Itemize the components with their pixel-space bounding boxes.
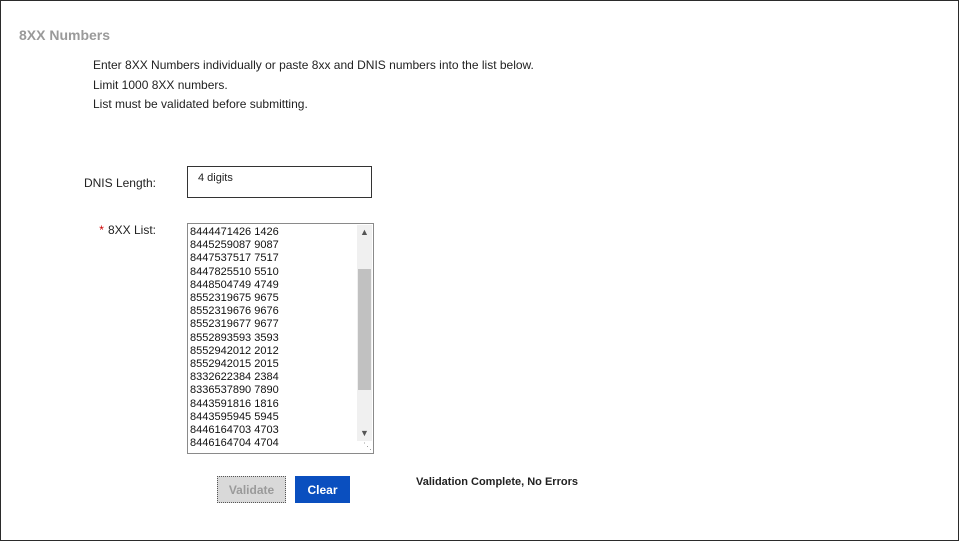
number-list-textarea[interactable]: 8444471426 1426 8445259087 9087 8447537517…: [187, 223, 374, 454]
instruction-line: List must be validated before submitting…: [93, 97, 308, 111]
validation-status: Validation Complete, No Errors: [416, 476, 578, 488]
validate-button[interactable]: Validate: [217, 476, 286, 503]
resize-grip-icon[interactable]: ⋱: [360, 441, 372, 452]
list-item: 8446164703 4703: [190, 424, 279, 437]
instruction-line: Limit 1000 8XX numbers.: [93, 77, 228, 92]
list-label: * 8XX List:: [99, 223, 156, 237]
dnis-length-field[interactable]: 4 digits: [187, 166, 372, 198]
list-item: 8552319676 9676: [190, 305, 279, 318]
required-marker: *: [99, 223, 104, 237]
list-item: 8332622384 2384: [190, 371, 279, 384]
clear-button[interactable]: Clear: [295, 476, 350, 503]
list-item: 8445259087 9087: [190, 239, 279, 252]
list-item: 8446164704 4704: [190, 437, 279, 450]
instruction-line: Enter 8XX Numbers individually or paste …: [93, 58, 534, 72]
number-list-content: 8444471426 1426 8445259087 9087 8447537517…: [190, 226, 356, 450]
page-title: 8XX Numbers: [19, 27, 111, 43]
list-item: 8443595945 5945: [190, 410, 279, 423]
list-scrollbar[interactable]: ▲ ▼: [357, 225, 372, 441]
list-item: 8552319675 9675: [190, 292, 279, 305]
list-item: 8447825510 5510: [190, 265, 279, 278]
list-item: 8552942015 2015: [190, 358, 279, 371]
list-item: 8552942012 2012: [190, 344, 279, 357]
list-label-text: 8XX List:: [107, 223, 156, 237]
dnis-length-label: DNIS Length:: [83, 176, 156, 190]
list-item: 8447537517 7517: [190, 252, 279, 265]
list-item: 8552893593 3593: [190, 331, 279, 344]
app-window: 8XX Numbers Enter 8XX Numbers individual…: [0, 0, 959, 541]
list-item: 8448504749 4749: [190, 278, 279, 291]
chevron-down-icon[interactable]: ▼: [357, 426, 372, 441]
list-item: 8336537890 7890: [190, 384, 279, 397]
list-item: 8552319677 9677: [190, 318, 279, 331]
list-item: 8444471426 1426: [190, 226, 279, 238]
chevron-up-icon[interactable]: ▲: [357, 225, 372, 240]
instructions: Enter 8XX Numbers individually or paste …: [93, 56, 534, 115]
scrollbar-thumb[interactable]: [358, 269, 371, 390]
list-item: 8443591816 1816: [190, 397, 279, 410]
